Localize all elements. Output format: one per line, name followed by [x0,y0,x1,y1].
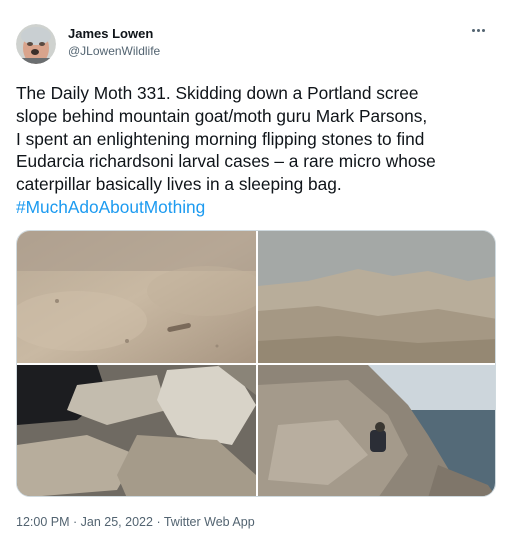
author-handle[interactable]: @JLowenWildlife [68,43,160,60]
photo-image [258,231,495,363]
photo-scree-slope-sea[interactable] [258,365,495,496]
author-names: James Lowen @JLowenWildlife [68,25,160,60]
photo-image [258,365,495,496]
photo-image [17,365,256,496]
hashtag-link[interactable]: #MuchAdoAboutMothing [16,197,205,217]
photo-rock-ridge[interactable] [258,231,495,363]
photo-stone-pile[interactable] [17,365,256,496]
tweet-text-line: I spent an enlightening morning flipping… [16,128,425,149]
tweet-text-line: Eudarcia richardsoni larval cases – a ra… [16,151,436,172]
tweet-header: James Lowen @JLowenWildlife [16,22,492,66]
tweet-source[interactable]: Twitter Web App [164,515,255,529]
avatar-image [16,24,56,64]
tweet-date[interactable]: Jan 25, 2022 [81,515,153,529]
dot [476,28,480,32]
avatar[interactable] [16,24,56,64]
dot [481,28,485,32]
photo-stone-closeup[interactable] [17,231,256,363]
meta-separator: · [73,515,78,529]
meta-separator: · [156,515,161,529]
photo-image [17,231,256,363]
author-display-name[interactable]: James Lowen [68,25,160,42]
more-options-icon[interactable] [468,22,488,38]
tweet-text-line: slope behind mountain goat/moth guru Mar… [16,105,428,126]
tweet-card: James Lowen @JLowenWildlife The Daily Mo… [0,0,508,546]
dot [471,28,475,32]
tweet-text: The Daily Moth 331. Skidding down a Port… [16,82,500,219]
tweet-text-line: caterpillar basically lives in a sleepin… [16,174,342,195]
media-grid [16,230,496,497]
tweet-time[interactable]: 12:00 PM [16,515,70,529]
tweet-meta: 12:00 PM · Jan 25, 2022 · Twitter Web Ap… [16,514,255,530]
tweet-text-line: The Daily Moth 331. Skidding down a Port… [16,83,419,103]
